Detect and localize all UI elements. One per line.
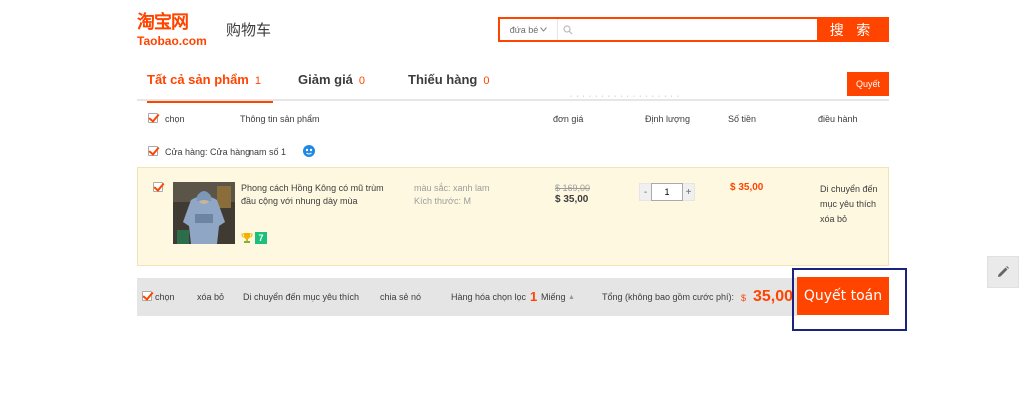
total-label: Tổng (không bao gồm cước phí):	[602, 292, 734, 302]
delete-item-link[interactable]: xóa bỏ	[820, 212, 886, 227]
item-checkbox[interactable]	[153, 182, 163, 192]
sku-size: Kích thước: M	[414, 196, 471, 206]
footer-select-all-checkbox[interactable]	[142, 291, 152, 301]
total-amount: 35,00	[753, 288, 794, 305]
selected-count: 1	[530, 289, 538, 304]
footer-share-link[interactable]: chia sẻ nó	[380, 292, 421, 303]
footer-move-to-favorites-link[interactable]: Di chuyển đến mục yêu thích	[243, 292, 359, 303]
column-product-info: Thông tin sản phẩm	[240, 114, 320, 124]
increase-quantity-button[interactable]: +	[683, 183, 695, 201]
table-header: chọn Thông tin sản phẩm đơn giá Định lượ…	[137, 110, 889, 128]
tab-out-of-stock[interactable]: Thiếu hàng 0	[408, 71, 489, 101]
logo-english-text: Taobao.com	[137, 34, 207, 48]
product-sku: màu sắc: xanh lam Kích thước: M	[414, 182, 490, 208]
tab-label: Giảm giá	[298, 72, 353, 87]
side-edit-button[interactable]	[987, 256, 1019, 288]
product-badges: 7	[241, 232, 267, 244]
sku-color: màu sắc: xanh lam	[414, 183, 490, 193]
column-operation: điều hành	[818, 114, 858, 124]
search-category-label: đứa bé	[509, 24, 539, 35]
tab-all-products[interactable]: Tất cả sản phẩm 1	[147, 71, 273, 103]
selected-unit: Miếng	[541, 292, 566, 302]
wangwang-chat-icon[interactable]	[302, 144, 316, 158]
taobao-logo[interactable]: 淘宝网 Taobao.com	[137, 12, 217, 48]
logo-chinese-text: 淘宝网	[137, 12, 189, 33]
footer-select-label: chọn	[155, 292, 175, 302]
store-checkbox[interactable]	[148, 146, 158, 156]
page-title: 购物车	[226, 21, 272, 39]
product-thumbnail[interactable]	[173, 182, 235, 244]
tab-label: Thiếu hàng	[408, 72, 478, 87]
column-amount: Số tiền	[728, 114, 757, 124]
quantity-input[interactable]	[651, 183, 683, 201]
tab-discount[interactable]: Giảm giá 0	[298, 71, 365, 101]
checkout-button[interactable]: Quyết toán	[797, 277, 889, 315]
move-to-favorites-link[interactable]: Di chuyển đến mục yêu thích	[820, 182, 886, 212]
trophy-icon	[241, 233, 253, 243]
search-button[interactable]: 搜 索	[817, 19, 887, 40]
tab-count: 1	[254, 75, 261, 87]
column-unit-price: đơn giá	[553, 114, 584, 124]
item-amount: $ 35,00	[730, 182, 764, 193]
pencil-icon	[998, 266, 1009, 277]
search-category-select[interactable]: đứa bé	[500, 19, 558, 40]
decrease-quantity-button[interactable]: -	[639, 183, 651, 201]
tab-note-text: · · · · · · · · · · · · · · · · · ·	[570, 93, 681, 100]
total-currency: $	[741, 293, 747, 303]
item-operations: Di chuyển đến mục yêu thích xóa bỏ	[820, 182, 886, 227]
column-select: chọn	[165, 114, 185, 124]
current-price: $ 35,00	[555, 194, 589, 205]
quantity-stepper: - +	[639, 183, 697, 201]
tab-count: 0	[483, 75, 490, 87]
column-quantity: Định lượng	[645, 114, 690, 124]
chevron-down-icon	[540, 27, 548, 32]
search-bar: đứa bé 搜 索	[498, 17, 889, 42]
store-label: Cửa hàng: Cửa hàng	[165, 147, 251, 157]
tab-label: Tất cả sản phẩm	[147, 72, 249, 87]
product-title-link[interactable]: Phong cách Hồng Kông có mũ trùm đầu cộng…	[241, 182, 401, 208]
seven-day-return-icon: 7	[255, 232, 267, 244]
top-checkout-button[interactable]: Quyết	[847, 72, 889, 96]
search-input[interactable]	[573, 20, 817, 39]
original-price: $ 169,00	[555, 183, 591, 193]
search-input-wrap	[558, 19, 817, 40]
tab-count: 0	[358, 75, 366, 87]
select-all-checkbox[interactable]	[148, 113, 158, 123]
caret-up-icon[interactable]: ▲	[568, 292, 575, 303]
footer-delete-link[interactable]: xóa bỏ	[197, 292, 224, 303]
cart-footer-bar: chọn xóa bỏ Di chuyển đến mục yêu thích …	[137, 278, 797, 316]
selected-count-label: Hàng hóa chọn lọc	[451, 292, 527, 302]
cart-item-row: Phong cách Hồng Kông có mũ trùm đầu cộng…	[137, 167, 889, 266]
store-name-link[interactable]: nam số 1	[249, 147, 286, 158]
search-icon	[563, 24, 573, 34]
